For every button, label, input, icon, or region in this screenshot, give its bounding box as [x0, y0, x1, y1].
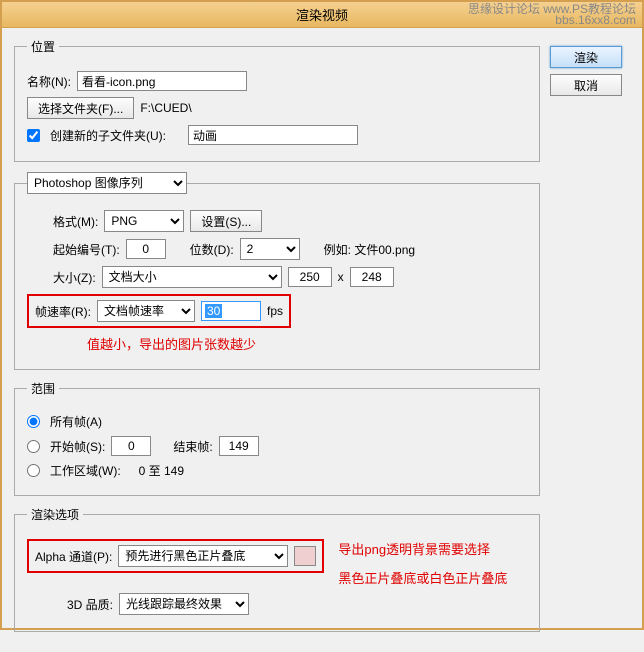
alpha-label: Alpha 通道(P):: [35, 548, 112, 565]
size-select[interactable]: 文档大小: [102, 266, 282, 288]
start-num-label: 起始编号(T):: [53, 241, 120, 258]
name-input[interactable]: [77, 71, 247, 91]
location-group: 位置 名称(N): 选择文件夹(F)... F:\CUED\ 创建新的子文件夹(…: [14, 38, 540, 162]
digits-label: 位数(D):: [190, 241, 234, 258]
render-video-dialog: 渲染视频 思缘设计论坛 www.PS教程论坛 bbs.16xx8.com 位置 …: [0, 0, 644, 630]
framerate-select[interactable]: 文档帧速率: [97, 300, 195, 322]
all-frames-radio[interactable]: [27, 415, 40, 428]
quality-select[interactable]: 光线跟踪最终效果: [119, 593, 249, 615]
range-legend: 范围: [27, 380, 59, 397]
select-folder-button[interactable]: 选择文件夹(F)...: [27, 97, 134, 119]
format-select[interactable]: PNG: [104, 210, 184, 232]
start-frame-radio[interactable]: [27, 440, 40, 453]
alpha-select[interactable]: 预先进行黑色正片叠底: [118, 545, 288, 567]
render-options-group: 渲染选项 Alpha 通道(P): 预先进行黑色正片叠底 导出png透明背景需要…: [14, 506, 540, 632]
create-subfolder-label: 创建新的子文件夹(U):: [50, 127, 166, 144]
end-frame-label: 结束帧:: [173, 438, 212, 455]
name-label: 名称(N):: [27, 73, 71, 90]
digits-select[interactable]: 2: [240, 238, 300, 260]
start-num-input[interactable]: [126, 239, 166, 259]
work-area-label: 工作区域(W):: [50, 462, 121, 479]
dialog-title: 渲染视频: [296, 5, 348, 24]
framerate-highlight: 帧速率(R): 文档帧速率 30 fps: [27, 294, 291, 328]
end-frame-input[interactable]: [219, 436, 259, 456]
quality-label: 3D 品质:: [67, 596, 113, 613]
width-input[interactable]: [288, 267, 332, 287]
framerate-note: 值越小，导出的图片张数越少: [87, 334, 256, 353]
framerate-label: 帧速率(R):: [35, 303, 91, 320]
sequence-group: Photoshop 图像序列 格式(M): PNG 设置(S)... 起始编号(…: [14, 172, 540, 370]
height-input[interactable]: [350, 267, 394, 287]
settings-button[interactable]: 设置(S)...: [190, 210, 262, 232]
titlebar: 渲染视频 思缘设计论坛 www.PS教程论坛 bbs.16xx8.com: [2, 2, 642, 28]
output-type-select[interactable]: Photoshop 图像序列: [27, 172, 187, 194]
color-swatch[interactable]: [294, 546, 316, 566]
framerate-input[interactable]: 30: [201, 301, 261, 321]
start-frame-input[interactable]: [111, 436, 151, 456]
format-label: 格式(M):: [53, 213, 98, 230]
work-area-radio[interactable]: [27, 464, 40, 477]
cancel-button[interactable]: 取消: [550, 74, 622, 96]
watermark: 思缘设计论坛 www.PS教程论坛 bbs.16xx8.com: [468, 4, 636, 26]
subfolder-input[interactable]: [188, 125, 358, 145]
alpha-note-2: 黑色正片叠底或白色正片叠底: [338, 568, 507, 587]
example-label: 例如: 文件00.png: [324, 241, 415, 258]
alpha-note-1: 导出png透明背景需要选择: [338, 539, 507, 558]
all-frames-label: 所有帧(A): [50, 413, 102, 430]
create-subfolder-checkbox[interactable]: [27, 129, 40, 142]
work-area-value: 0 至 149: [139, 462, 184, 479]
start-frame-label: 开始帧(S):: [50, 438, 105, 455]
range-group: 范围 所有帧(A) 开始帧(S): 结束帧: 工作区域(W):: [14, 380, 540, 496]
location-legend: 位置: [27, 38, 59, 55]
size-label: 大小(Z):: [53, 269, 96, 286]
fps-label: fps: [267, 304, 283, 318]
folder-path: F:\CUED\: [140, 101, 191, 115]
render-options-legend: 渲染选项: [27, 506, 83, 523]
x-label: x: [338, 270, 344, 284]
alpha-highlight: Alpha 通道(P): 预先进行黑色正片叠底: [27, 539, 324, 573]
render-button[interactable]: 渲染: [550, 46, 622, 68]
